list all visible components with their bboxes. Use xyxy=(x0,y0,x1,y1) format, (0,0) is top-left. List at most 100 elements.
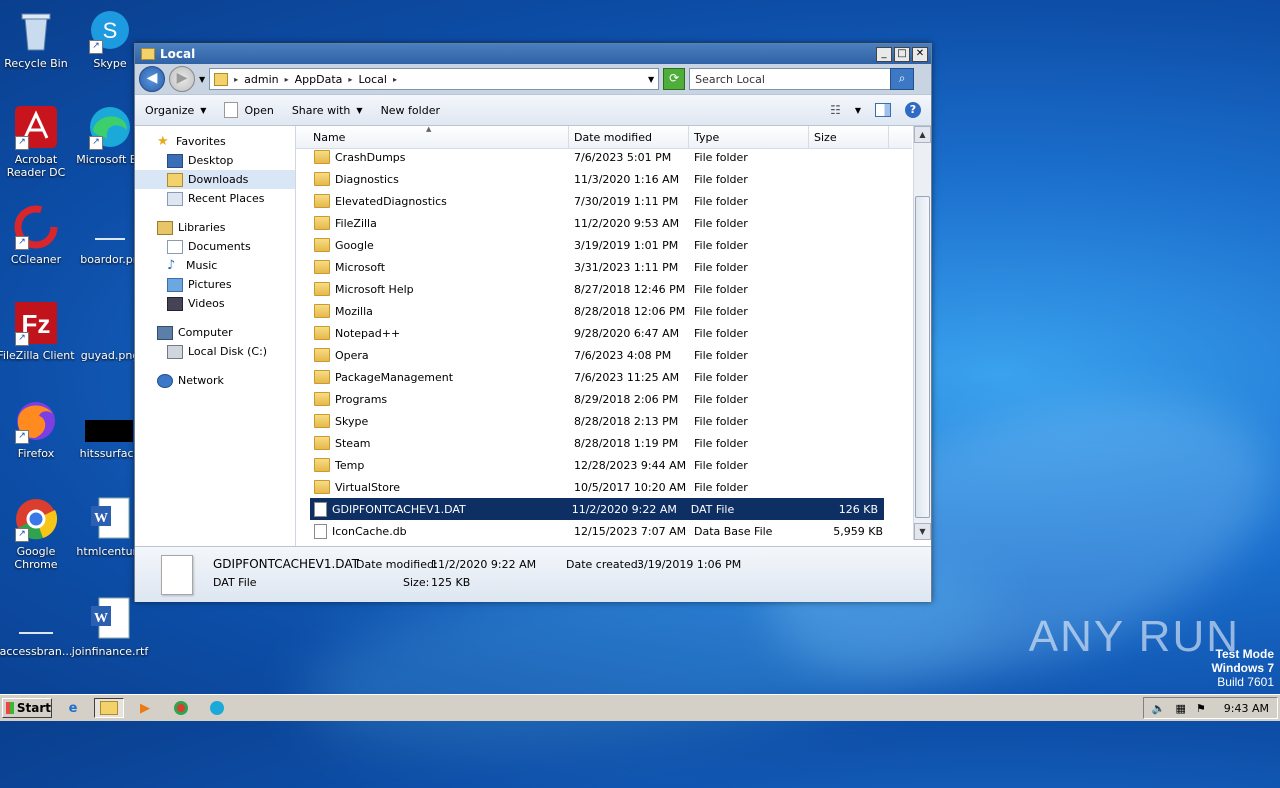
vertical-scrollbar[interactable]: ▲ ▼ xyxy=(913,126,931,540)
file-name: Programs xyxy=(335,392,388,406)
nav-label: Libraries xyxy=(178,221,226,234)
file-name-cell: Temp xyxy=(296,458,569,472)
file-row[interactable]: IconCache.db 12/15/2023 7:07 AM Data Base … xyxy=(296,520,912,542)
file-row[interactable]: Google 3/19/2019 1:01 PM File folder xyxy=(296,234,912,256)
nav-music[interactable]: ♪ Music xyxy=(135,256,295,275)
desktop-icon-acrobat[interactable]: ↗ Acrobat Reader DC xyxy=(0,104,78,179)
scroll-thumb[interactable] xyxy=(915,196,930,518)
nav-label: Favorites xyxy=(176,135,226,148)
file-row[interactable]: FileZilla 11/2/2020 9:53 AM File folder xyxy=(296,212,912,234)
file-name-cell: ElevatedDiagnostics xyxy=(296,194,569,208)
maximize-button[interactable]: □ xyxy=(894,46,910,62)
breadcrumb-admin[interactable]: admin xyxy=(244,73,278,86)
column-date-modified[interactable]: Date modified xyxy=(569,126,689,148)
file-row[interactable]: Temp 12/28/2023 9:44 AM File folder xyxy=(296,454,912,476)
clock[interactable]: 9:43 AM xyxy=(1224,702,1269,715)
breadcrumb-local[interactable]: Local xyxy=(358,73,387,86)
nav-label: Local Disk (C:) xyxy=(188,345,268,358)
search-input[interactable]: Search Local ⌕ xyxy=(689,68,915,90)
file-row[interactable]: GDIPFONTCACHEV1.DAT 11/2/2020 9:22 AM DAT … xyxy=(310,498,884,520)
back-button[interactable]: ◀ xyxy=(139,66,165,92)
address-bar[interactable]: ▸ admin ▸ AppData ▸ Local ▸ ▼ xyxy=(209,68,660,90)
column-type[interactable]: Type xyxy=(689,126,809,148)
breadcrumb-separator-icon[interactable]: ▸ xyxy=(393,75,397,84)
recent-places-icon xyxy=(167,191,183,206)
file-row[interactable]: Notepad++ 9/28/2020 6:47 AM File folder xyxy=(296,322,912,344)
search-icon[interactable]: ⌕ xyxy=(890,68,915,90)
recent-pages-chevron-icon[interactable]: ▼ xyxy=(199,75,205,84)
nav-pictures[interactable]: Pictures xyxy=(135,275,295,294)
help-icon[interactable]: ? xyxy=(905,102,921,118)
desktop-icon-filezilla[interactable]: Fz ↗ FileZilla Client xyxy=(0,300,78,362)
breadcrumb-separator-icon[interactable]: ▸ xyxy=(348,75,352,84)
file-row[interactable]: Diagnostics 11/3/2020 1:16 AM File folder xyxy=(296,168,912,190)
nav-recent-places[interactable]: Recent Places xyxy=(135,189,295,208)
desktop-icon-label: accessbran... xyxy=(0,645,73,658)
nav-label: Desktop xyxy=(188,154,234,167)
taskbar-edge[interactable] xyxy=(202,698,232,718)
file-row[interactable]: Opera 7/6/2023 4:08 PM File folder xyxy=(296,344,912,366)
column-size[interactable]: Size xyxy=(809,126,889,148)
nav-desktop[interactable]: Desktop xyxy=(135,151,295,170)
refresh-button[interactable]: ⟳ xyxy=(663,68,686,90)
volume-icon[interactable]: 🔈 xyxy=(1152,702,1166,715)
breadcrumb-appdata[interactable]: AppData xyxy=(295,73,343,86)
file-row[interactable]: Steam 8/28/2018 1:19 PM File folder xyxy=(296,432,912,454)
file-date: 7/6/2023 5:01 PM xyxy=(574,150,672,164)
taskbar-ie[interactable]: e xyxy=(58,698,88,718)
action-center-flag-icon[interactable]: ⚑ xyxy=(1196,702,1206,715)
taskbar-explorer[interactable] xyxy=(94,698,124,718)
nav-documents[interactable]: Documents xyxy=(135,237,295,256)
file-row[interactable]: ElevatedDiagnostics 7/30/2019 1:11 PM File… xyxy=(296,190,912,212)
new-folder-button[interactable]: New folder xyxy=(381,104,440,117)
close-button[interactable]: ✕ xyxy=(912,46,928,62)
nav-network[interactable]: Network xyxy=(135,371,295,390)
preview-pane-icon[interactable] xyxy=(875,103,891,117)
nav-libraries[interactable]: Libraries xyxy=(135,218,295,237)
taskbar-chrome[interactable] xyxy=(166,698,196,718)
file-row[interactable]: VirtualStore 10/5/2017 10:20 AM File folde… xyxy=(296,476,912,498)
file-row[interactable]: Programs 8/29/2018 2:06 PM File folder xyxy=(296,388,912,410)
music-icon: ♪ xyxy=(167,257,176,273)
nav-downloads[interactable]: Downloads xyxy=(135,170,295,189)
file-date: 7/6/2023 11:25 AM xyxy=(574,370,680,384)
share-with-button[interactable]: Share with ▼ xyxy=(292,104,363,117)
file-row[interactable]: PackageManagement 7/6/2023 11:25 AM File f… xyxy=(296,366,912,388)
view-options-icon[interactable]: ☷ xyxy=(830,103,841,117)
desktop-icon-firefox[interactable]: ↗ Firefox xyxy=(0,398,78,460)
nav-videos[interactable]: Videos xyxy=(135,294,295,313)
chevron-down-icon[interactable]: ▼ xyxy=(855,106,861,115)
folder-icon xyxy=(314,370,330,384)
videos-icon xyxy=(167,296,183,311)
scroll-down-icon[interactable]: ▼ xyxy=(914,523,931,540)
nav-computer[interactable]: Computer xyxy=(135,323,295,342)
breadcrumb-separator-icon[interactable]: ▸ xyxy=(234,75,238,84)
file-row[interactable]: Microsoft 3/31/2023 1:11 PM File folder xyxy=(296,256,912,278)
desktop-icon-chrome[interactable]: ↗ Google Chrome xyxy=(0,496,78,571)
start-button[interactable]: Start xyxy=(2,698,52,718)
desktop-icon-ccleaner[interactable]: ↗ CCleaner xyxy=(0,204,78,266)
minimize-button[interactable]: _ xyxy=(876,46,892,62)
nav-favorites[interactable]: ★ Favorites xyxy=(135,132,295,151)
breadcrumb-separator-icon[interactable]: ▸ xyxy=(285,75,289,84)
address-dropdown-icon[interactable]: ▼ xyxy=(648,75,654,84)
network-status-icon[interactable]: ▦ xyxy=(1176,702,1186,715)
desktop-icon-joinfinance[interactable]: W joinfinance.rtf xyxy=(68,596,152,658)
organize-button[interactable]: Organize ▼ xyxy=(145,104,206,117)
skype-icon: S ↗ xyxy=(87,8,133,54)
file-row[interactable]: Skype 8/28/2018 2:13 PM File folder xyxy=(296,410,912,432)
taskbar-media-player[interactable]: ▶ xyxy=(130,698,160,718)
scroll-up-icon[interactable]: ▲ xyxy=(914,126,931,143)
desktop-icon-recycle-bin[interactable]: Recycle Bin xyxy=(0,8,78,70)
open-button[interactable]: Open xyxy=(224,102,274,118)
details-filename: GDIPFONTCACHEV1.DAT xyxy=(213,557,359,571)
file-icon xyxy=(314,523,327,539)
desktop-icon-accessbran[interactable]: accessbran... xyxy=(0,596,78,658)
forward-button[interactable]: ▶ xyxy=(169,66,195,92)
column-name[interactable]: ▲ Name xyxy=(296,126,569,148)
title-bar[interactable]: Local _ □ ✕ xyxy=(135,44,931,64)
nav-local-disk[interactable]: Local Disk (C:) xyxy=(135,342,295,361)
file-row[interactable]: Mozilla 8/28/2018 12:06 PM File folder xyxy=(296,300,912,322)
file-row[interactable]: CrashDumps 7/6/2023 5:01 PM File folder xyxy=(296,146,912,168)
file-row[interactable]: Microsoft Help 8/27/2018 12:46 PM File fol… xyxy=(296,278,912,300)
